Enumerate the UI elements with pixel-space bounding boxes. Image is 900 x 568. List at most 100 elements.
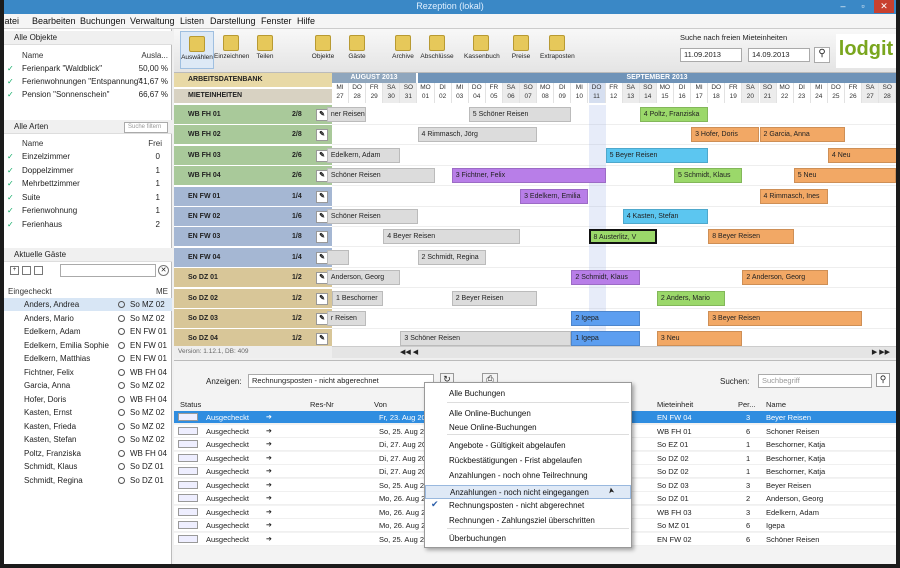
- guest-item[interactable]: Fichtner, Felix WB FH 04: [4, 366, 172, 379]
- bookings-search-input[interactable]: Suchbegriff: [758, 374, 872, 388]
- check-icon[interactable]: ✓: [7, 177, 14, 190]
- booking-bar[interactable]: 1 Igepa: [571, 331, 640, 347]
- booking-bar[interactable]: 2 Anders, Mario: [656, 290, 726, 306]
- unit-row[interactable]: WB FH 01 2/8 ✎: [174, 105, 332, 125]
- closings-button[interactable]: Abschlüsse: [420, 31, 454, 69]
- menu-listen[interactable]: Listen: [180, 16, 204, 26]
- col-name[interactable]: Name: [766, 399, 786, 410]
- booking-bar[interactable]: Edelkern, Adam: [326, 147, 401, 163]
- open-icon[interactable]: ➔: [266, 438, 272, 451]
- add-guest-icon[interactable]: +: [10, 266, 19, 275]
- booking-bar[interactable]: 3 Hofer, Doris: [691, 127, 760, 143]
- booking-bar[interactable]: 4 Beyer Reisen: [383, 229, 521, 245]
- booking-bar[interactable]: [326, 249, 350, 265]
- dropdown-item[interactable]: Rechnungen - Zahlungsziel überschritten: [425, 514, 631, 528]
- open-icon[interactable]: ➔: [266, 411, 272, 424]
- guest-item[interactable]: Schmidt, Klaus So DZ 01: [4, 460, 172, 473]
- booking-bar[interactable]: 2 Garcia, Anna: [759, 127, 845, 143]
- prices-button[interactable]: Preise: [504, 31, 538, 69]
- check-icon[interactable]: ✓: [7, 218, 14, 231]
- dropdown-item[interactable]: Alle Buchungen: [425, 387, 631, 401]
- horizontal-scrollbar[interactable]: ◀◀ ◀ ▶ ▶▶: [332, 346, 896, 358]
- check-icon[interactable]: ✓: [7, 150, 14, 163]
- unit-row[interactable]: So DZ 02 1/2 ✎: [174, 288, 332, 309]
- booking-bar[interactable]: 3 Neu: [656, 331, 743, 347]
- guest-item[interactable]: Garcia, Anna So MZ 02: [4, 379, 172, 392]
- extras-button[interactable]: Extraposten: [540, 31, 575, 69]
- dropdown-item[interactable]: Anzahlungen - noch ohne Teilrechnung: [425, 469, 631, 483]
- guest-item[interactable]: Kasten, Stefan So MZ 02: [4, 433, 172, 446]
- unit-row[interactable]: EN FW 02 1/6 ✎: [174, 207, 332, 227]
- types-filter-input[interactable]: Suche filtern: [124, 122, 168, 133]
- dropdown-item[interactable]: Neue Online-Buchungen: [425, 421, 631, 435]
- unit-info-icon[interactable]: ✎: [316, 129, 328, 142]
- unit-row[interactable]: So DZ 03 1/2 ✎: [174, 309, 332, 329]
- menu-bearbeiten[interactable]: Bearbeiten: [32, 16, 76, 26]
- dropdown-item[interactable]: Anzahlungen - noch nicht eingegangen: [425, 485, 631, 499]
- check-icon[interactable]: ✓: [7, 62, 14, 75]
- menu-hilfe[interactable]: Hilfe: [297, 16, 315, 26]
- unit-info-icon[interactable]: ✎: [316, 190, 328, 203]
- unit-row[interactable]: EN FW 04 1/4 ✎: [174, 247, 332, 268]
- close-button[interactable]: ✕: [874, 0, 894, 13]
- open-icon[interactable]: ➔: [266, 465, 272, 478]
- booking-bar[interactable]: 8 Beyer Reisen: [708, 229, 794, 245]
- booking-bar[interactable]: 2 Schmidt, Klaus: [571, 270, 640, 286]
- booking-bar[interactable]: 3 Edelkern, Emilia: [520, 188, 589, 204]
- guest-item[interactable]: Edelkern, Adam EN FW 01: [4, 325, 172, 338]
- unit-row[interactable]: EN FW 03 1/8 ✎: [174, 227, 332, 248]
- booking-bar[interactable]: Anderson, Georg: [326, 270, 401, 286]
- objects-button[interactable]: Objekte: [306, 31, 340, 69]
- object-item[interactable]: ✓ Ferienpark "Waldblick" 50,00 %: [4, 62, 172, 75]
- booking-bar[interactable]: 8 Austerlitz, V: [588, 229, 657, 245]
- booking-bar[interactable]: 5 Schöner Reisen: [468, 107, 572, 122]
- col-status[interactable]: Status: [180, 399, 201, 410]
- object-item[interactable]: ✓ Ferienwohnungen "Entspannung" 41,67 %: [4, 75, 172, 88]
- cashbook-button[interactable]: Kassenbuch: [464, 31, 500, 69]
- unit-info-icon[interactable]: ✎: [316, 333, 328, 346]
- booking-bar[interactable]: 5 Schmidt, Klaus: [674, 168, 743, 184]
- booking-bar[interactable]: Schöner Reisen: [326, 168, 435, 184]
- open-icon[interactable]: ➔: [266, 479, 272, 492]
- split-tool-button[interactable]: Teilen: [248, 31, 282, 69]
- type-item[interactable]: ✓ Mehrbettzimmer 1: [4, 177, 172, 190]
- type-item[interactable]: ✓ Suite 1: [4, 191, 172, 204]
- unit-row[interactable]: WB FH 02 2/8 ✎: [174, 125, 332, 146]
- print-guest-icon[interactable]: [34, 266, 43, 275]
- dropdown-item[interactable]: Rechnungsposten - nicht abgerechnet: [425, 499, 631, 513]
- guest-item[interactable]: Kasten, Frieda So MZ 02: [4, 420, 172, 433]
- check-icon[interactable]: ✓: [7, 164, 14, 177]
- guests-button[interactable]: Gäste: [340, 31, 374, 69]
- search-icon[interactable]: ⚲: [814, 47, 830, 63]
- open-icon[interactable]: ➔: [266, 492, 272, 505]
- menu-darstellung[interactable]: Darstellung: [210, 16, 256, 26]
- date-from-input[interactable]: 11.09.2013: [680, 48, 742, 62]
- guest-search-input[interactable]: [60, 264, 156, 277]
- dropdown-item[interactable]: Angebote - Gültigkeit abgelaufen: [425, 439, 631, 453]
- guest-item[interactable]: Anders, Andrea So MZ 02: [4, 298, 172, 311]
- dropdown-item[interactable]: Überbuchungen: [425, 532, 631, 546]
- guest-item[interactable]: Edelkern, Matthias EN FW 01: [4, 352, 172, 365]
- check-icon[interactable]: ✓: [7, 75, 14, 88]
- open-icon[interactable]: ➔: [266, 533, 272, 546]
- type-item[interactable]: ✓ Einzelzimmer 0: [4, 150, 172, 163]
- booking-bar[interactable]: 4 Poltz, Franziska: [639, 107, 709, 122]
- menu-datei[interactable]: Datei: [4, 16, 19, 26]
- maximize-button[interactable]: ▫: [854, 0, 872, 13]
- dropdown-item[interactable]: Rückbestätigungen - Frist abgelaufen: [425, 454, 631, 468]
- guest-item[interactable]: Hofer, Doris WB FH 04: [4, 393, 172, 406]
- col-unit[interactable]: Mieteinheit: [657, 399, 693, 410]
- col-von[interactable]: Von: [374, 399, 387, 410]
- booking-bar[interactable]: 4 Rimmasch, Jörg: [417, 127, 538, 143]
- open-icon[interactable]: ➔: [266, 452, 272, 465]
- edit-guest-icon[interactable]: [22, 266, 31, 275]
- booking-bar[interactable]: 3 Beyer Reisen: [708, 311, 863, 326]
- unit-info-icon[interactable]: ✎: [316, 292, 328, 305]
- search-icon[interactable]: ⚲: [876, 373, 890, 387]
- scroll-left-icon[interactable]: ◀◀ ◀: [400, 348, 418, 356]
- col-persons[interactable]: Per...: [738, 399, 756, 410]
- show-filter-select[interactable]: Rechnungsposten - nicht abgerechnet: [248, 374, 434, 388]
- guest-item[interactable]: Schmidt, Regina So DZ 01: [4, 474, 172, 487]
- clear-search-icon[interactable]: ✕: [158, 265, 169, 276]
- guest-item[interactable]: Poltz, Franziska WB FH 04: [4, 447, 172, 460]
